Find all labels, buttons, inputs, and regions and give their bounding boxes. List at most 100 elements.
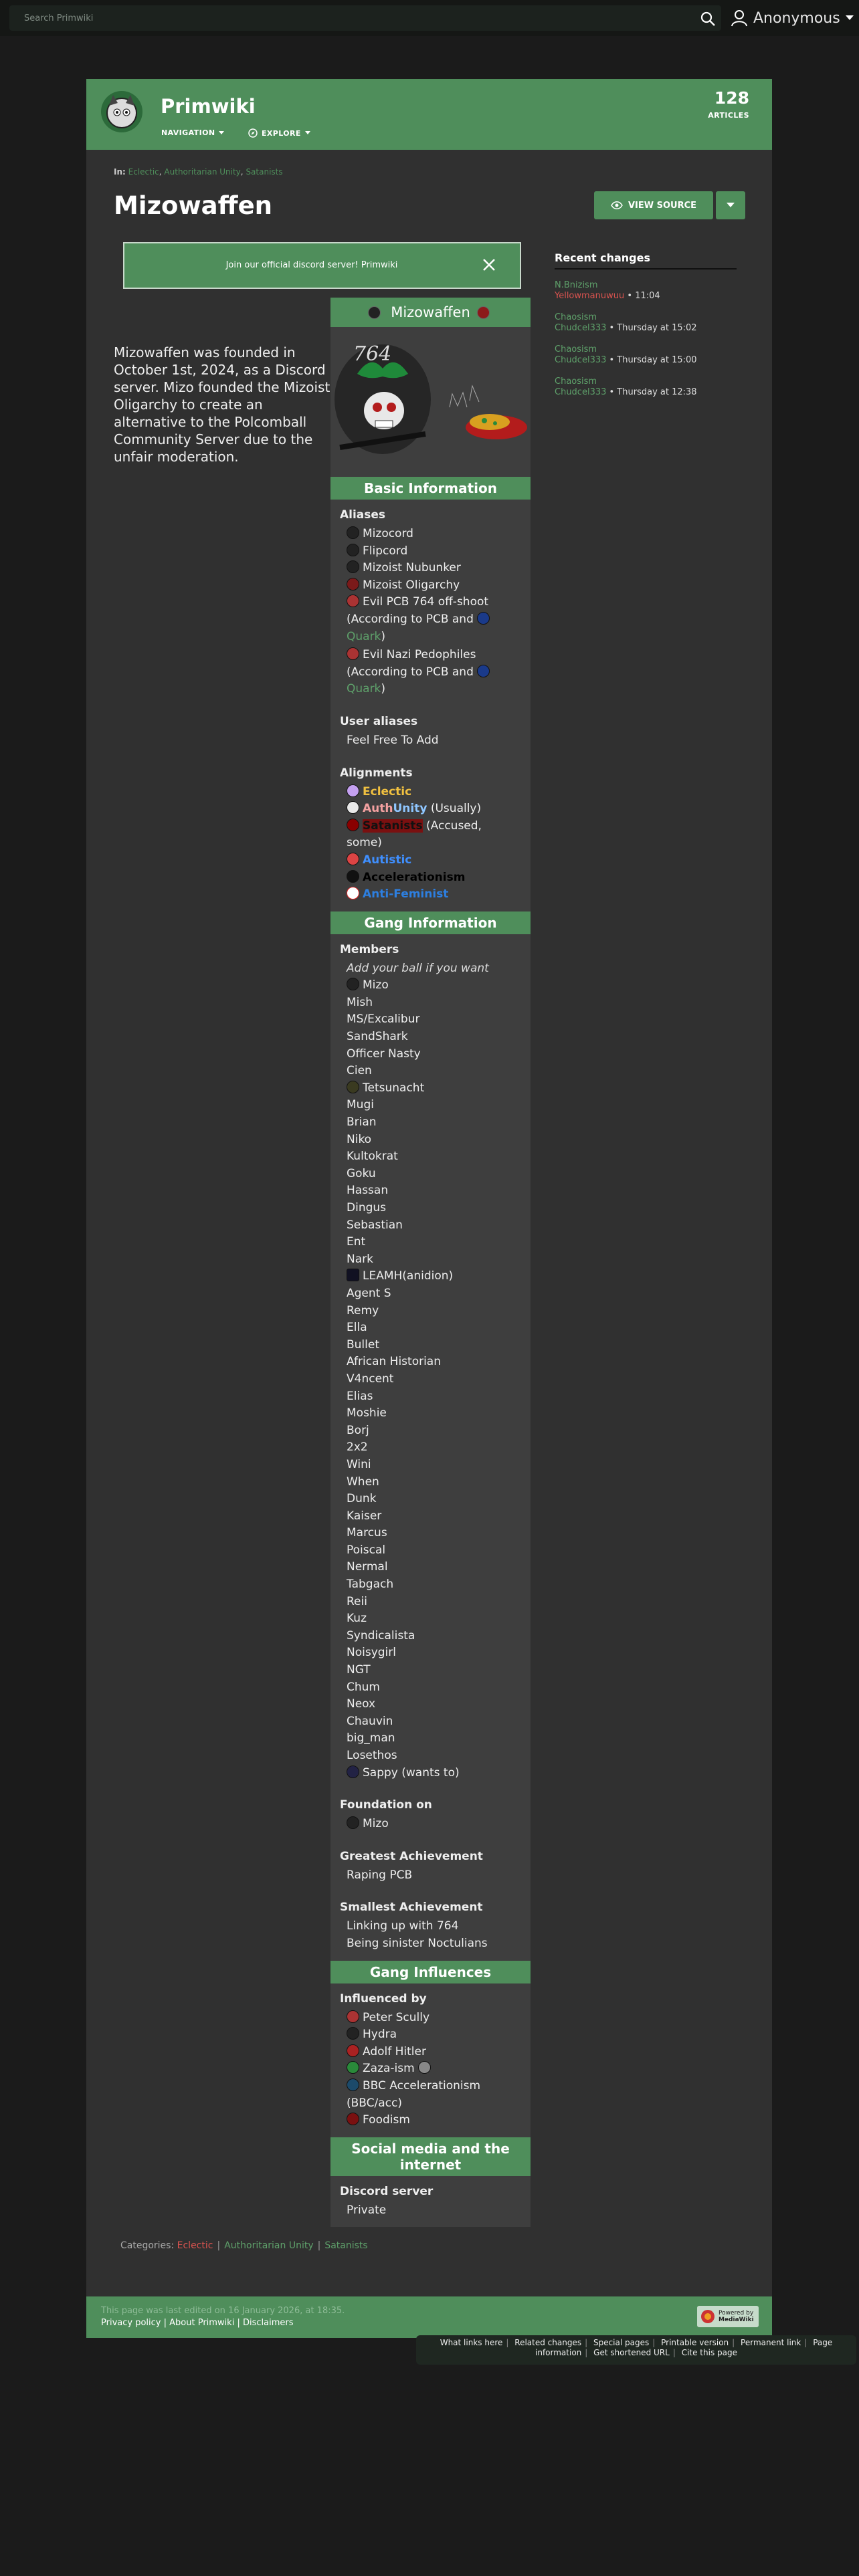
member-item: Cien xyxy=(347,1064,372,1078)
member-item: big_man xyxy=(347,1731,395,1745)
social-media-section: Social media and the internet xyxy=(330,2137,531,2176)
wiki-logo[interactable] xyxy=(101,91,142,132)
chevron-down-icon xyxy=(845,15,854,20)
alignment-link[interactable]: Eclectic xyxy=(363,785,411,798)
mizowaffen-ball-icon xyxy=(476,306,490,319)
article-count-label: ARTICLES xyxy=(708,111,749,120)
breadcrumb-link[interactable]: Authoritarian Unity xyxy=(164,167,240,177)
explore-menu[interactable]: EXPLORE xyxy=(248,128,310,138)
tool-link[interactable]: Special pages xyxy=(593,2338,649,2347)
recent-change-page[interactable]: Chaosism xyxy=(555,377,597,387)
mediawiki-logo-icon xyxy=(701,2310,714,2323)
user-label: Anonymous xyxy=(753,9,840,27)
compass-icon xyxy=(248,128,258,138)
ball-icon xyxy=(347,1080,359,1093)
recent-change-page[interactable]: Chaosism xyxy=(555,344,597,354)
alias-source: ) xyxy=(381,682,386,696)
breadcrumb-link[interactable]: Eclectic xyxy=(128,167,159,177)
quark-link[interactable]: Quark xyxy=(347,682,381,695)
member-item: SandShark xyxy=(347,1030,408,1044)
about-link[interactable]: About Primwiki xyxy=(169,2318,234,2328)
alignment-link[interactable]: Satanists xyxy=(363,819,423,833)
ball-icon xyxy=(347,1765,359,1778)
tool-link[interactable]: Permanent link xyxy=(741,2338,801,2347)
member-item: Dunk xyxy=(347,1492,377,1506)
view-source-button[interactable]: VIEW SOURCE xyxy=(594,191,713,219)
alias-item: Evil PCB 764 off-shoot (According to PCB … xyxy=(347,594,521,645)
members-note: Add your ball if you want xyxy=(347,961,489,975)
influence-name: Adolf Hitler xyxy=(363,2044,426,2058)
member-item: Brian xyxy=(347,1115,377,1130)
alignment-note: some) xyxy=(347,836,382,850)
category-link[interactable]: Authoritarian Unity xyxy=(224,2240,313,2251)
search-input[interactable] xyxy=(9,5,721,31)
tool-link[interactable]: Related changes xyxy=(514,2338,581,2347)
basic-information-section: Basic Information xyxy=(330,477,531,500)
page-title: Mizowaffen xyxy=(114,191,273,220)
member-item: Bullet xyxy=(347,1337,380,1352)
discord-notice-text[interactable]: Join our official discord server! Primwi… xyxy=(124,243,499,288)
mediawiki-text: MediaWiki xyxy=(719,2317,754,2323)
alignment-item: Autistic xyxy=(347,852,521,869)
influence-item: Zaza-ism xyxy=(347,2060,521,2078)
disclaimers-link[interactable]: Disclaimers xyxy=(243,2318,294,2328)
recent-change-user[interactable]: Chudcel333 xyxy=(555,355,606,365)
alias-item: Mizoist Nubunker xyxy=(347,560,521,577)
recent-change-page[interactable]: Chaosism xyxy=(555,312,597,322)
recent-change-time: Thursday at 15:00 xyxy=(617,355,697,365)
user-menu-button[interactable]: Anonymous xyxy=(731,7,854,29)
powered-by-mediawiki[interactable]: Powered by MediaWiki xyxy=(697,2306,759,2327)
pcb-ball-icon xyxy=(347,595,359,608)
privacy-policy-link[interactable]: Privacy policy xyxy=(101,2318,161,2328)
infobox-title: Mizowaffen xyxy=(391,304,470,320)
recent-change-user[interactable]: Chudcel333 xyxy=(555,323,606,333)
navigation-menu[interactable]: NAVIGATION xyxy=(161,128,225,137)
ball-icon xyxy=(347,526,359,539)
member-item: Sebastian xyxy=(347,1218,403,1232)
page-actions-dropdown[interactable] xyxy=(716,191,745,219)
influence-name: Zaza-ism xyxy=(363,2062,415,2076)
alias-source: (According to PCB and xyxy=(347,612,474,626)
alias-item: Flipcord xyxy=(347,543,521,560)
member-item: Poiscal xyxy=(347,1543,386,1557)
recent-change-page[interactable]: N.Bnizism xyxy=(555,280,598,290)
member-item: Hassan xyxy=(347,1184,389,1198)
tool-link[interactable]: What links here xyxy=(440,2338,503,2347)
user-icon xyxy=(731,10,747,27)
category-link[interactable]: Eclectic xyxy=(177,2240,213,2251)
influence-name: (BBC/acc) xyxy=(347,2096,402,2110)
infobox-image[interactable]: 764 xyxy=(330,327,531,477)
alignment-link[interactable]: Auth xyxy=(363,802,393,815)
alignment-link[interactable]: Autistic xyxy=(363,853,411,867)
tool-link[interactable]: Printable version xyxy=(661,2338,729,2347)
recent-change-user[interactable]: Yellowmanuwuu xyxy=(555,291,624,301)
member-item: Dingus xyxy=(347,1201,387,1214)
alias-text: Flipcord xyxy=(363,544,408,558)
recent-change-user[interactable]: Chudcel333 xyxy=(555,387,606,397)
category-link[interactable]: Satanists xyxy=(324,2240,367,2251)
tool-link[interactable]: information xyxy=(535,2348,581,2357)
wiki-title[interactable]: Primwiki xyxy=(161,95,256,118)
wiki-header: Primwiki NAVIGATION EXPLORE 128 ARTICLES xyxy=(86,79,772,150)
tool-link[interactable]: Get shortened URL xyxy=(593,2348,670,2357)
tool-link[interactable]: Page xyxy=(813,2338,832,2347)
wiki-logo-icon xyxy=(106,95,137,128)
close-icon[interactable] xyxy=(481,257,497,273)
search-icon[interactable] xyxy=(700,11,716,27)
alignment-item: Anti-Feminist xyxy=(347,886,521,903)
quark-link[interactable]: Quark xyxy=(347,630,381,643)
member-item: Kaiser xyxy=(347,1509,382,1523)
alignments-list: Eclectic AuthUnity (Usually) Satanists (… xyxy=(330,784,531,911)
smallest-achievement-list: Linking up with 764 Being sinister Noctu… xyxy=(330,1918,531,1960)
search-box xyxy=(9,5,721,31)
member-item: Tetsunacht xyxy=(347,1080,521,1097)
alignment-link[interactable]: Accelerationism xyxy=(363,871,465,884)
alignment-link[interactable]: Anti-Feminist xyxy=(363,887,448,901)
tool-link[interactable]: Cite this page xyxy=(682,2348,737,2357)
alias-item: Mizocord xyxy=(347,526,521,543)
breadcrumb-link[interactable]: Satanists xyxy=(246,167,282,177)
mizowaffen-ball-icon xyxy=(368,306,381,319)
alignment-link[interactable]: Unity xyxy=(393,802,427,815)
foundation-label: Foundation on xyxy=(340,1798,432,1812)
alias-text: Mizocord xyxy=(363,527,413,540)
